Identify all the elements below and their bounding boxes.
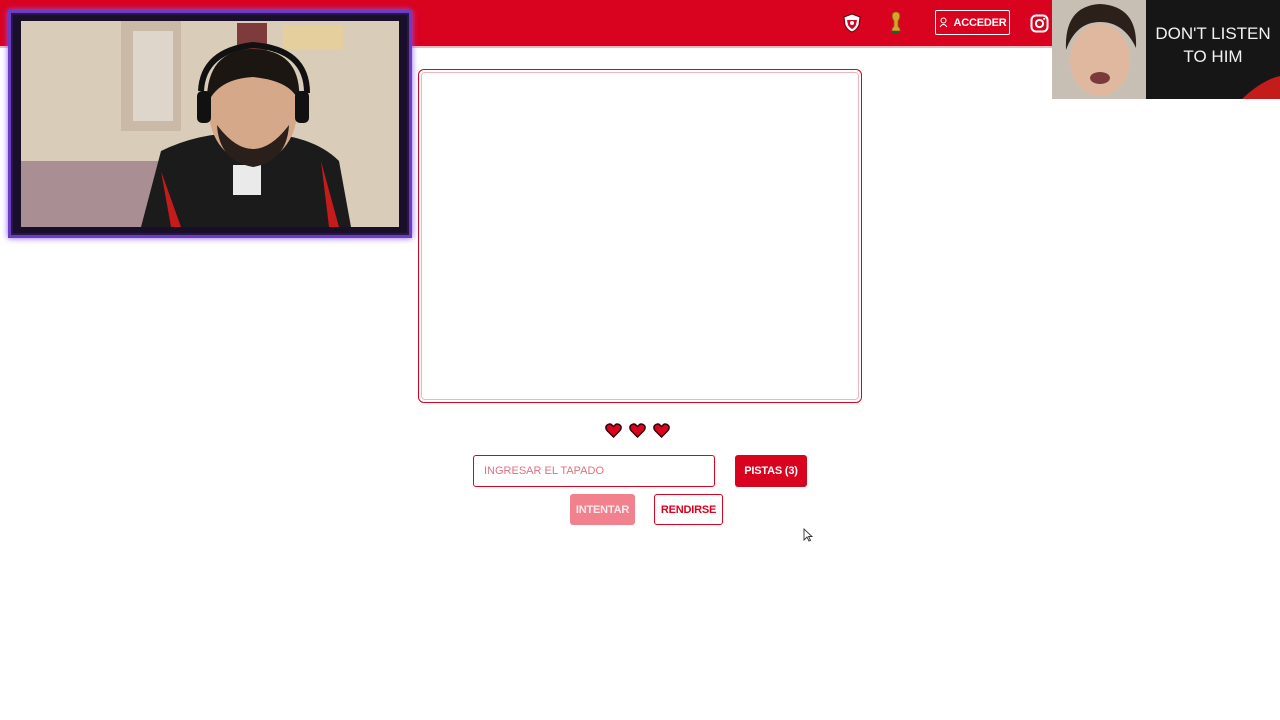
reaction-caption: DON'T LISTEN TO HIM — [1155, 24, 1271, 66]
hints-label: PISTAS (3) — [744, 465, 798, 477]
lives-indicator — [605, 422, 677, 440]
login-button[interactable]: ACCEDER — [935, 10, 1010, 35]
try-label: INTENTAR — [575, 503, 630, 516]
shield-icon[interactable] — [841, 11, 863, 35]
heart-icon — [629, 423, 646, 438]
trophy-icon[interactable] — [885, 11, 907, 35]
give-up-label: RENDIRSE — [660, 503, 717, 516]
mouse-cursor-icon — [803, 528, 813, 542]
user-icon — [939, 17, 947, 28]
hints-button[interactable]: PISTAS (3) — [735, 455, 807, 487]
login-label: ACCEDER — [953, 16, 1007, 29]
instagram-icon[interactable] — [1028, 11, 1050, 35]
heart-icon — [605, 423, 622, 438]
try-button[interactable]: INTENTAR — [570, 494, 635, 525]
image-reveal-panel — [418, 69, 862, 403]
guess-input[interactable] — [473, 455, 715, 487]
webcam-video — [21, 21, 399, 227]
webcam-overlay — [8, 10, 412, 238]
give-up-button[interactable]: RENDIRSE — [654, 494, 723, 525]
reaction-overlay: DON'T LISTEN TO HIM — [1052, 0, 1280, 99]
heart-icon — [653, 423, 670, 438]
